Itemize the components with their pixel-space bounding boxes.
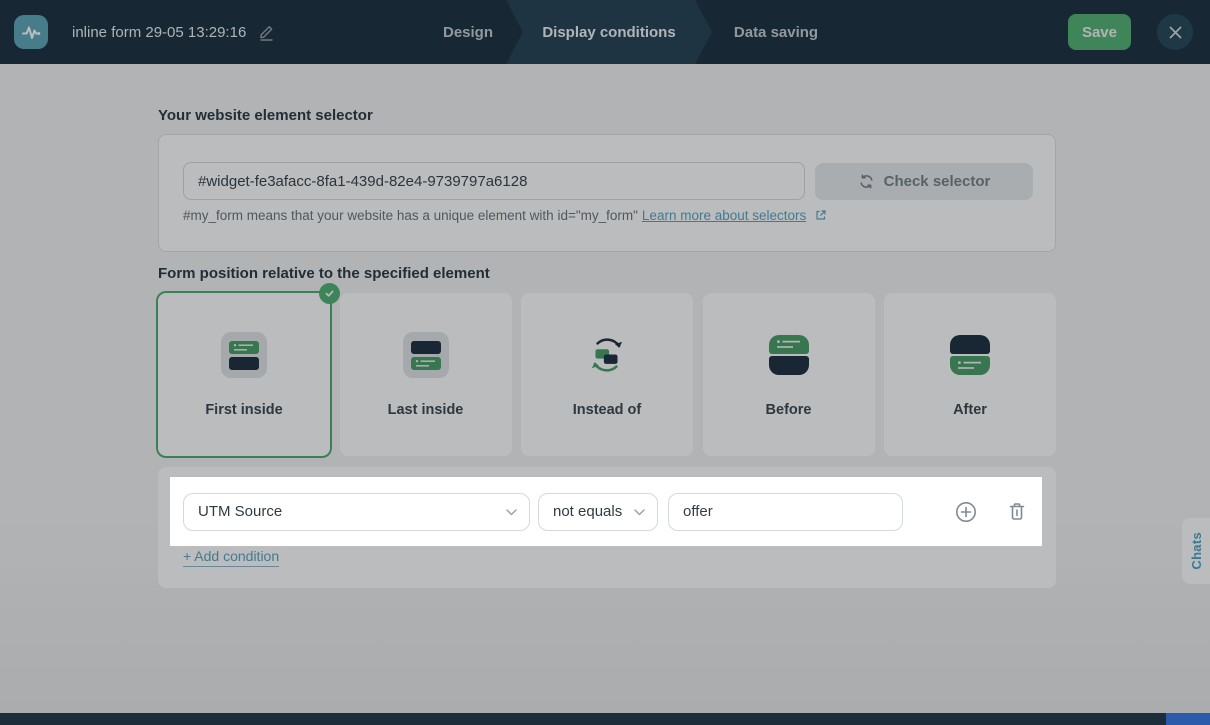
position-option-label: After (953, 402, 987, 418)
pencil-icon (258, 23, 275, 41)
check-selector-label: Check selector (884, 173, 991, 190)
chevron-down-icon (506, 503, 517, 520)
after-icon (950, 331, 990, 379)
condition-operator-value: not equals (553, 503, 622, 520)
page-title: inline form 29-05 13:29:16 (72, 24, 246, 41)
close-button[interactable] (1157, 14, 1193, 50)
chevron-down-icon (634, 503, 645, 520)
position-option-first-inside[interactable]: First inside (158, 293, 330, 456)
condition-row: UTM Source not equals (170, 477, 1042, 546)
add-subcondition-button[interactable] (954, 500, 978, 524)
topbar-right: Save (1068, 0, 1193, 64)
condition-row-actions (954, 500, 1042, 524)
bottom-bar-blue-segment (1166, 713, 1210, 725)
before-icon (769, 331, 809, 379)
topbar-left: inline form 29-05 13:29:16 (0, 15, 275, 49)
position-option-label: Last inside (388, 402, 464, 418)
condition-operator-select[interactable]: not equals (538, 493, 658, 531)
position-heading: Form position relative to the specified … (158, 265, 490, 282)
learn-more-link[interactable]: Learn more about selectors (642, 208, 806, 223)
selector-card: Check selector #my_form means that your … (158, 134, 1056, 252)
check-selector-button[interactable]: Check selector (815, 163, 1033, 200)
save-button[interactable]: Save (1068, 14, 1131, 50)
position-option-label: First inside (205, 402, 282, 418)
last-inside-icon (403, 331, 449, 379)
position-option-label: Instead of (573, 402, 641, 418)
tab-display-conditions[interactable]: Display conditions (506, 0, 712, 64)
chats-side-tab[interactable]: Chats (1182, 518, 1210, 584)
position-option-last-inside[interactable]: Last inside (340, 293, 512, 456)
main-content: Your website element selector Check sele… (0, 64, 1210, 713)
external-link-icon (811, 209, 827, 224)
position-option-instead-of[interactable]: Instead of (521, 293, 693, 456)
tab-data-saving[interactable]: Data saving (718, 0, 834, 64)
condition-value-input[interactable] (668, 493, 903, 531)
step-tabs: Design Display conditions Data saving (430, 0, 834, 64)
selector-hint-text: #my_form means that your website has a u… (183, 208, 638, 223)
add-condition-link[interactable]: + Add condition (183, 548, 279, 567)
edit-title-button[interactable] (258, 23, 275, 41)
position-option-label: Before (766, 402, 812, 418)
conditions-card: UTM Source not equals (158, 467, 1056, 588)
position-options: First inside Last (158, 293, 1056, 456)
bottom-bar (0, 713, 1210, 725)
selector-hint: #my_form means that your website has a u… (183, 208, 827, 224)
selector-input[interactable] (183, 162, 805, 200)
plus-circle-icon (954, 500, 978, 524)
delete-condition-button[interactable] (1007, 501, 1027, 522)
app-logo[interactable] (14, 15, 48, 49)
first-inside-icon (221, 331, 267, 379)
tab-design[interactable]: Design (430, 0, 506, 64)
selector-heading: Your website element selector (158, 107, 373, 124)
condition-field-select[interactable]: UTM Source (183, 493, 530, 531)
check-badge-icon (319, 283, 340, 304)
topbar: inline form 29-05 13:29:16 Design Displa… (0, 0, 1210, 64)
condition-field-value: UTM Source (198, 503, 282, 520)
refresh-icon (858, 173, 875, 190)
close-icon (1168, 25, 1183, 40)
chats-side-tab-label: Chats (1189, 532, 1204, 570)
trash-icon (1007, 501, 1027, 522)
position-option-after[interactable]: After (884, 293, 1056, 456)
position-option-before[interactable]: Before (703, 293, 875, 456)
pulse-icon (19, 20, 43, 44)
instead-of-icon (586, 331, 628, 379)
